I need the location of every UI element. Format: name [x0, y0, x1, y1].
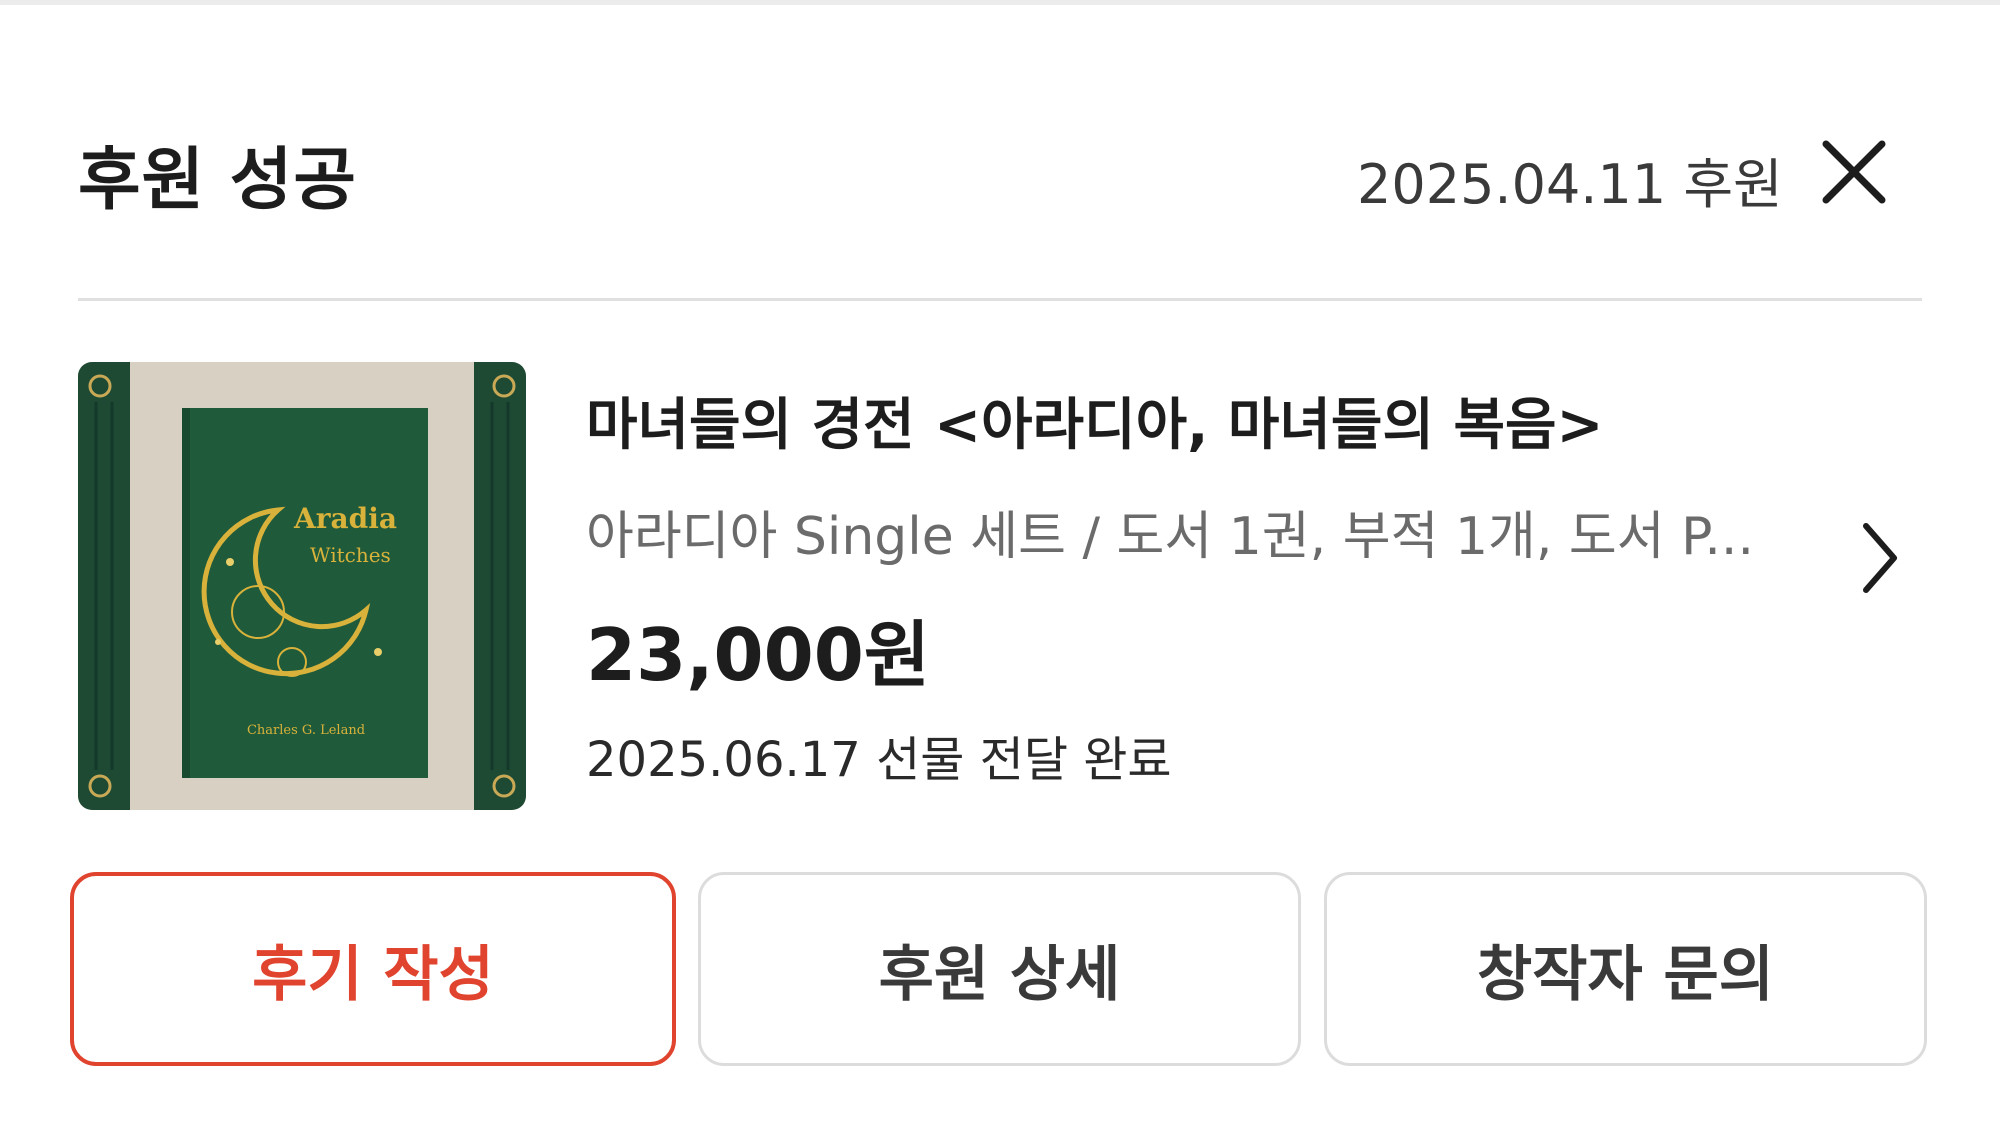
product-option: 아라디아 Single 세트 / 도서 1권, 부적 1개, 도서 P... [586, 507, 1754, 567]
chevron-right-icon [1863, 523, 1897, 593]
delivery-status: 2025.06.17 선물 전달 완료 [586, 732, 1172, 788]
close-button[interactable] [1820, 138, 1888, 206]
product-title[interactable]: 마녀들의 경전 <아라디아, 마녀들의 복음> [586, 380, 1603, 461]
product-thumbnail[interactable]: Aradia Witches Charles G. Leland [78, 362, 526, 810]
support-detail-button[interactable]: 후원 상세 [698, 872, 1301, 1066]
support-date: 2025.04.11 후원 [1357, 153, 1783, 216]
product-price: 23,000원 [586, 613, 931, 697]
creator-inquiry-button[interactable]: 창작자 문의 [1324, 872, 1927, 1066]
write-review-button[interactable]: 후기 작성 [70, 872, 676, 1066]
book-title-line2: Witches [310, 543, 391, 567]
book-title-line1: Aradia [293, 502, 397, 535]
header-divider [78, 298, 1922, 301]
page-title: 후원 성공 [78, 141, 357, 220]
product-image: Aradia Witches Charles G. Leland [78, 362, 526, 810]
product-detail-link[interactable] [1858, 520, 1902, 596]
close-icon [1822, 140, 1886, 204]
book-author: Charles G. Leland [247, 723, 365, 738]
top-edge-strip [0, 0, 2000, 5]
